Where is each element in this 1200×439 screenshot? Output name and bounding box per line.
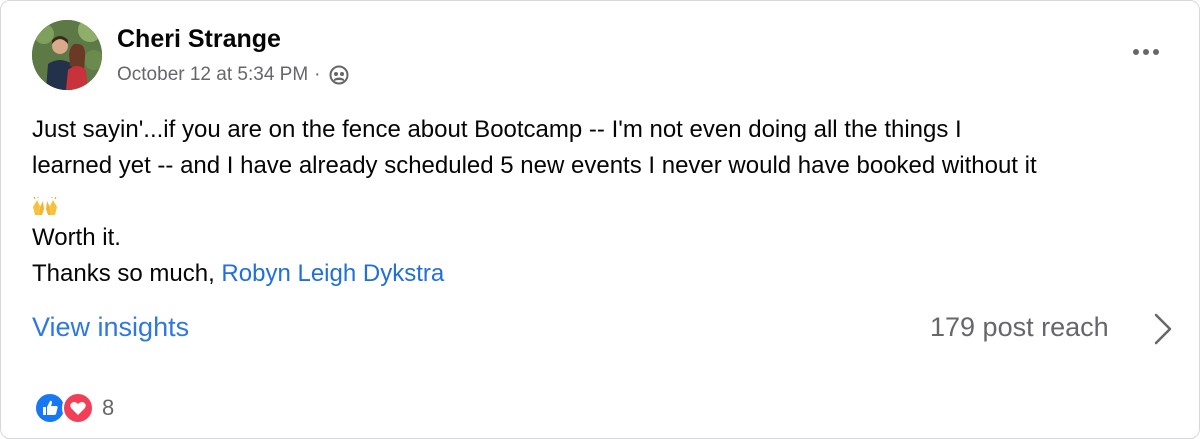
- post-text-line: Worth it.: [32, 224, 121, 251]
- post-text-line: Thanks so much, Robyn Leigh Dykstra: [32, 256, 1192, 292]
- more-options-icon[interactable]: [1126, 37, 1166, 67]
- emoji-line: [32, 184, 1192, 220]
- reaction-count: 8: [102, 395, 115, 420]
- mention-link[interactable]: Robyn Leigh Dykstra: [221, 260, 444, 287]
- post-timestamp[interactable]: October 12 at 5:34 PM: [117, 64, 308, 86]
- reactions-summary[interactable]: 8: [34, 392, 114, 424]
- post-card: Cheri Strange October 12 at 5:34 PM · Ju…: [0, 0, 1200, 439]
- meta-separator: ·: [314, 64, 321, 85]
- post-meta: October 12 at 5:34 PM ·: [117, 64, 349, 86]
- author-avatar[interactable]: [32, 20, 102, 90]
- audience-icon[interactable]: [329, 65, 349, 85]
- chevron-right-icon[interactable]: [1151, 311, 1175, 347]
- author-name[interactable]: Cheri Strange: [117, 25, 281, 54]
- thanks-text: Thanks so much,: [32, 260, 222, 287]
- post-text-line: Just sayin'...if you are on the fence ab…: [32, 116, 962, 143]
- post-text-line: learned yet -- and I have already schedu…: [32, 152, 1037, 179]
- view-insights-link[interactable]: View insights: [32, 312, 189, 343]
- love-icon: [62, 392, 94, 424]
- post-reach[interactable]: 179 post reach: [930, 312, 1109, 343]
- raising-hands-emoji: [32, 192, 58, 215]
- post-body: Just sayin'...if you are on the fence ab…: [32, 112, 1192, 292]
